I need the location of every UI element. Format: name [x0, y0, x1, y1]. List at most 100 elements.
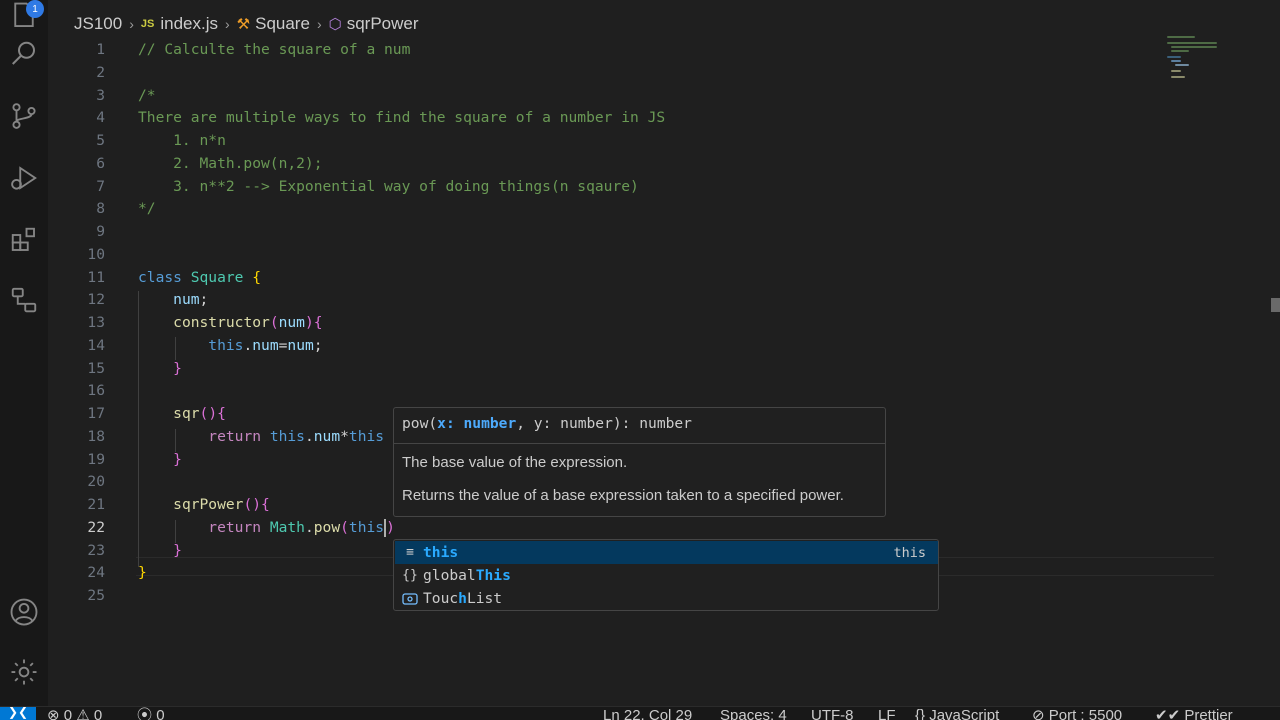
code-line[interactable]: 6 2. Math.pow(n,2);: [48, 152, 1264, 175]
search-icon[interactable]: [8, 38, 40, 70]
code-line[interactable]: 2: [48, 61, 1264, 84]
breadcrumb-file[interactable]: JS index.js: [141, 14, 218, 34]
divider: [394, 443, 885, 444]
prettier-indicator[interactable]: ✔✔ Prettier: [1155, 707, 1233, 720]
account-icon[interactable]: [8, 596, 40, 628]
suggestion-item[interactable]: TouchList: [395, 587, 938, 610]
code-text: 1. n*n: [138, 132, 226, 149]
minimap[interactable]: [1165, 36, 1225, 86]
function-doc: Returns the value of a base expression t…: [402, 487, 844, 504]
code-line[interactable]: 9: [48, 220, 1264, 243]
code-text: constructor(num){: [173, 314, 323, 331]
code-text: /*: [138, 86, 156, 104]
code-line[interactable]: 12 num;: [48, 288, 1264, 311]
breadcrumb: JS100 › JS index.js › ⚒ Square › ⬡ sqrPo…: [48, 10, 419, 38]
line-number: 21: [87, 496, 105, 513]
eol-indicator[interactable]: LF: [878, 707, 896, 720]
code-line[interactable]: 22 return Math.pow(this): [48, 516, 1264, 539]
code-line[interactable]: 1 // Calculte the square of a num: [48, 38, 1264, 61]
suggestion-item[interactable]: ≡ this this: [395, 541, 938, 564]
line-number: 9: [96, 223, 105, 240]
line-number: 23: [87, 541, 105, 559]
code-line[interactable]: 8 */: [48, 197, 1264, 220]
code-text: class Square {: [138, 268, 262, 286]
line-number: 6: [96, 154, 105, 172]
code-line[interactable]: 15 }: [48, 357, 1264, 380]
code-line[interactable]: 16: [48, 379, 1264, 402]
code-line[interactable]: 5 1. n*n: [48, 129, 1264, 152]
parameter-signature: pow(x: number, y: number): number: [402, 415, 692, 432]
explorer-badge: 1: [26, 0, 44, 18]
cursor-position[interactable]: Ln 22, Col 29: [603, 707, 692, 720]
scrollbar-thumb[interactable]: [1271, 298, 1280, 312]
class-symbol-icon: ⚒: [236, 16, 251, 33]
line-number: 11: [87, 268, 105, 286]
code-text: this.num=num;: [208, 336, 323, 354]
code-text: There are multiple ways to find the squa…: [138, 109, 666, 127]
ports-indicator[interactable]: ⦿ 0: [137, 707, 165, 720]
line-number: 12: [87, 291, 105, 309]
indentation-indicator[interactable]: Spaces: 4: [720, 707, 787, 720]
remote-explorer-icon[interactable]: [8, 284, 40, 316]
line-number: 2: [96, 63, 105, 81]
chevron-right-icon: ›: [224, 16, 230, 32]
line-number: 24: [87, 564, 105, 582]
breadcrumb-class[interactable]: ⚒ Square: [237, 14, 310, 34]
source-control-icon[interactable]: [8, 100, 40, 132]
line-number: 5: [96, 132, 105, 149]
chevron-right-icon: ›: [129, 16, 134, 32]
remote-icon: ❯❮: [7, 706, 29, 719]
code-line[interactable]: 3 /*: [48, 84, 1264, 107]
code-text: }: [173, 541, 182, 559]
breadcrumb-method[interactable]: ⬡ sqrPower: [329, 14, 419, 34]
suggestion-item[interactable]: {} globalThis: [395, 564, 938, 587]
code-text: sqrPower(){: [173, 496, 270, 513]
suggest-widget: ≡ this this {} globalThis TouchList: [393, 539, 939, 611]
chevron-right-icon: ›: [316, 16, 322, 32]
code-text: num;: [173, 291, 209, 309]
line-number: 18: [87, 427, 105, 445]
code-line[interactable]: 11 class Square {: [48, 266, 1264, 289]
line-number: 20: [87, 473, 105, 491]
code-text: }: [173, 450, 182, 468]
activity-bar: 1: [0, 0, 48, 706]
code-line[interactable]: 10: [48, 243, 1264, 266]
code-text: // Calculte the square of a num: [138, 41, 411, 58]
line-number: 22: [87, 518, 105, 536]
encoding-indicator[interactable]: UTF-8: [811, 707, 854, 720]
remote-indicator-button[interactable]: ❯❮: [0, 707, 36, 720]
code-line[interactable]: 14 this.num=num;: [48, 334, 1264, 357]
run-debug-icon[interactable]: [8, 162, 40, 194]
problems-indicator[interactable]: ⊗ 0 ⚠ 0: [47, 707, 102, 720]
interface-icon: [399, 592, 421, 605]
line-number: 4: [96, 109, 105, 127]
braces-icon: {}: [915, 707, 926, 720]
language-mode[interactable]: {} JavaScript: [915, 707, 999, 720]
double-check-icon: ✔✔: [1155, 707, 1181, 720]
line-number: 25: [87, 587, 105, 604]
method-symbol-icon: ⬡: [328, 16, 342, 33]
code-text: 2. Math.pow(n,2);: [138, 154, 323, 172]
live-server-button[interactable]: ⊘ Port : 5500: [1032, 707, 1122, 720]
line-number: 15: [87, 359, 105, 377]
namespace-icon: {}: [402, 568, 418, 583]
line-number: 10: [87, 245, 105, 263]
code-text: return Math.pow(this): [208, 518, 395, 537]
code-text: }: [173, 359, 182, 377]
settings-gear-icon[interactable]: [8, 656, 40, 688]
line-number: 16: [87, 382, 105, 400]
code-line[interactable]: 4 There are multiple ways to find the squ…: [48, 106, 1264, 129]
radio-tower-icon: ⦿: [137, 707, 153, 720]
warning-icon: ⚠: [76, 707, 90, 720]
line-number: 7: [96, 177, 105, 195]
breadcrumb-file-label: index.js: [160, 14, 218, 33]
error-icon: ⊗: [47, 707, 60, 720]
code-line[interactable]: 7 3. n**2 --> Exponential way of doing t…: [48, 175, 1264, 198]
extensions-icon[interactable]: [8, 224, 40, 256]
line-number: 1: [96, 41, 105, 58]
breadcrumb-folder[interactable]: JS100: [74, 14, 122, 34]
code-line[interactable]: 13 constructor(num){: [48, 311, 1264, 334]
code-text: }: [138, 564, 147, 582]
code-text: return this.num*this: [208, 427, 385, 445]
keyword-icon: ≡: [406, 545, 414, 560]
